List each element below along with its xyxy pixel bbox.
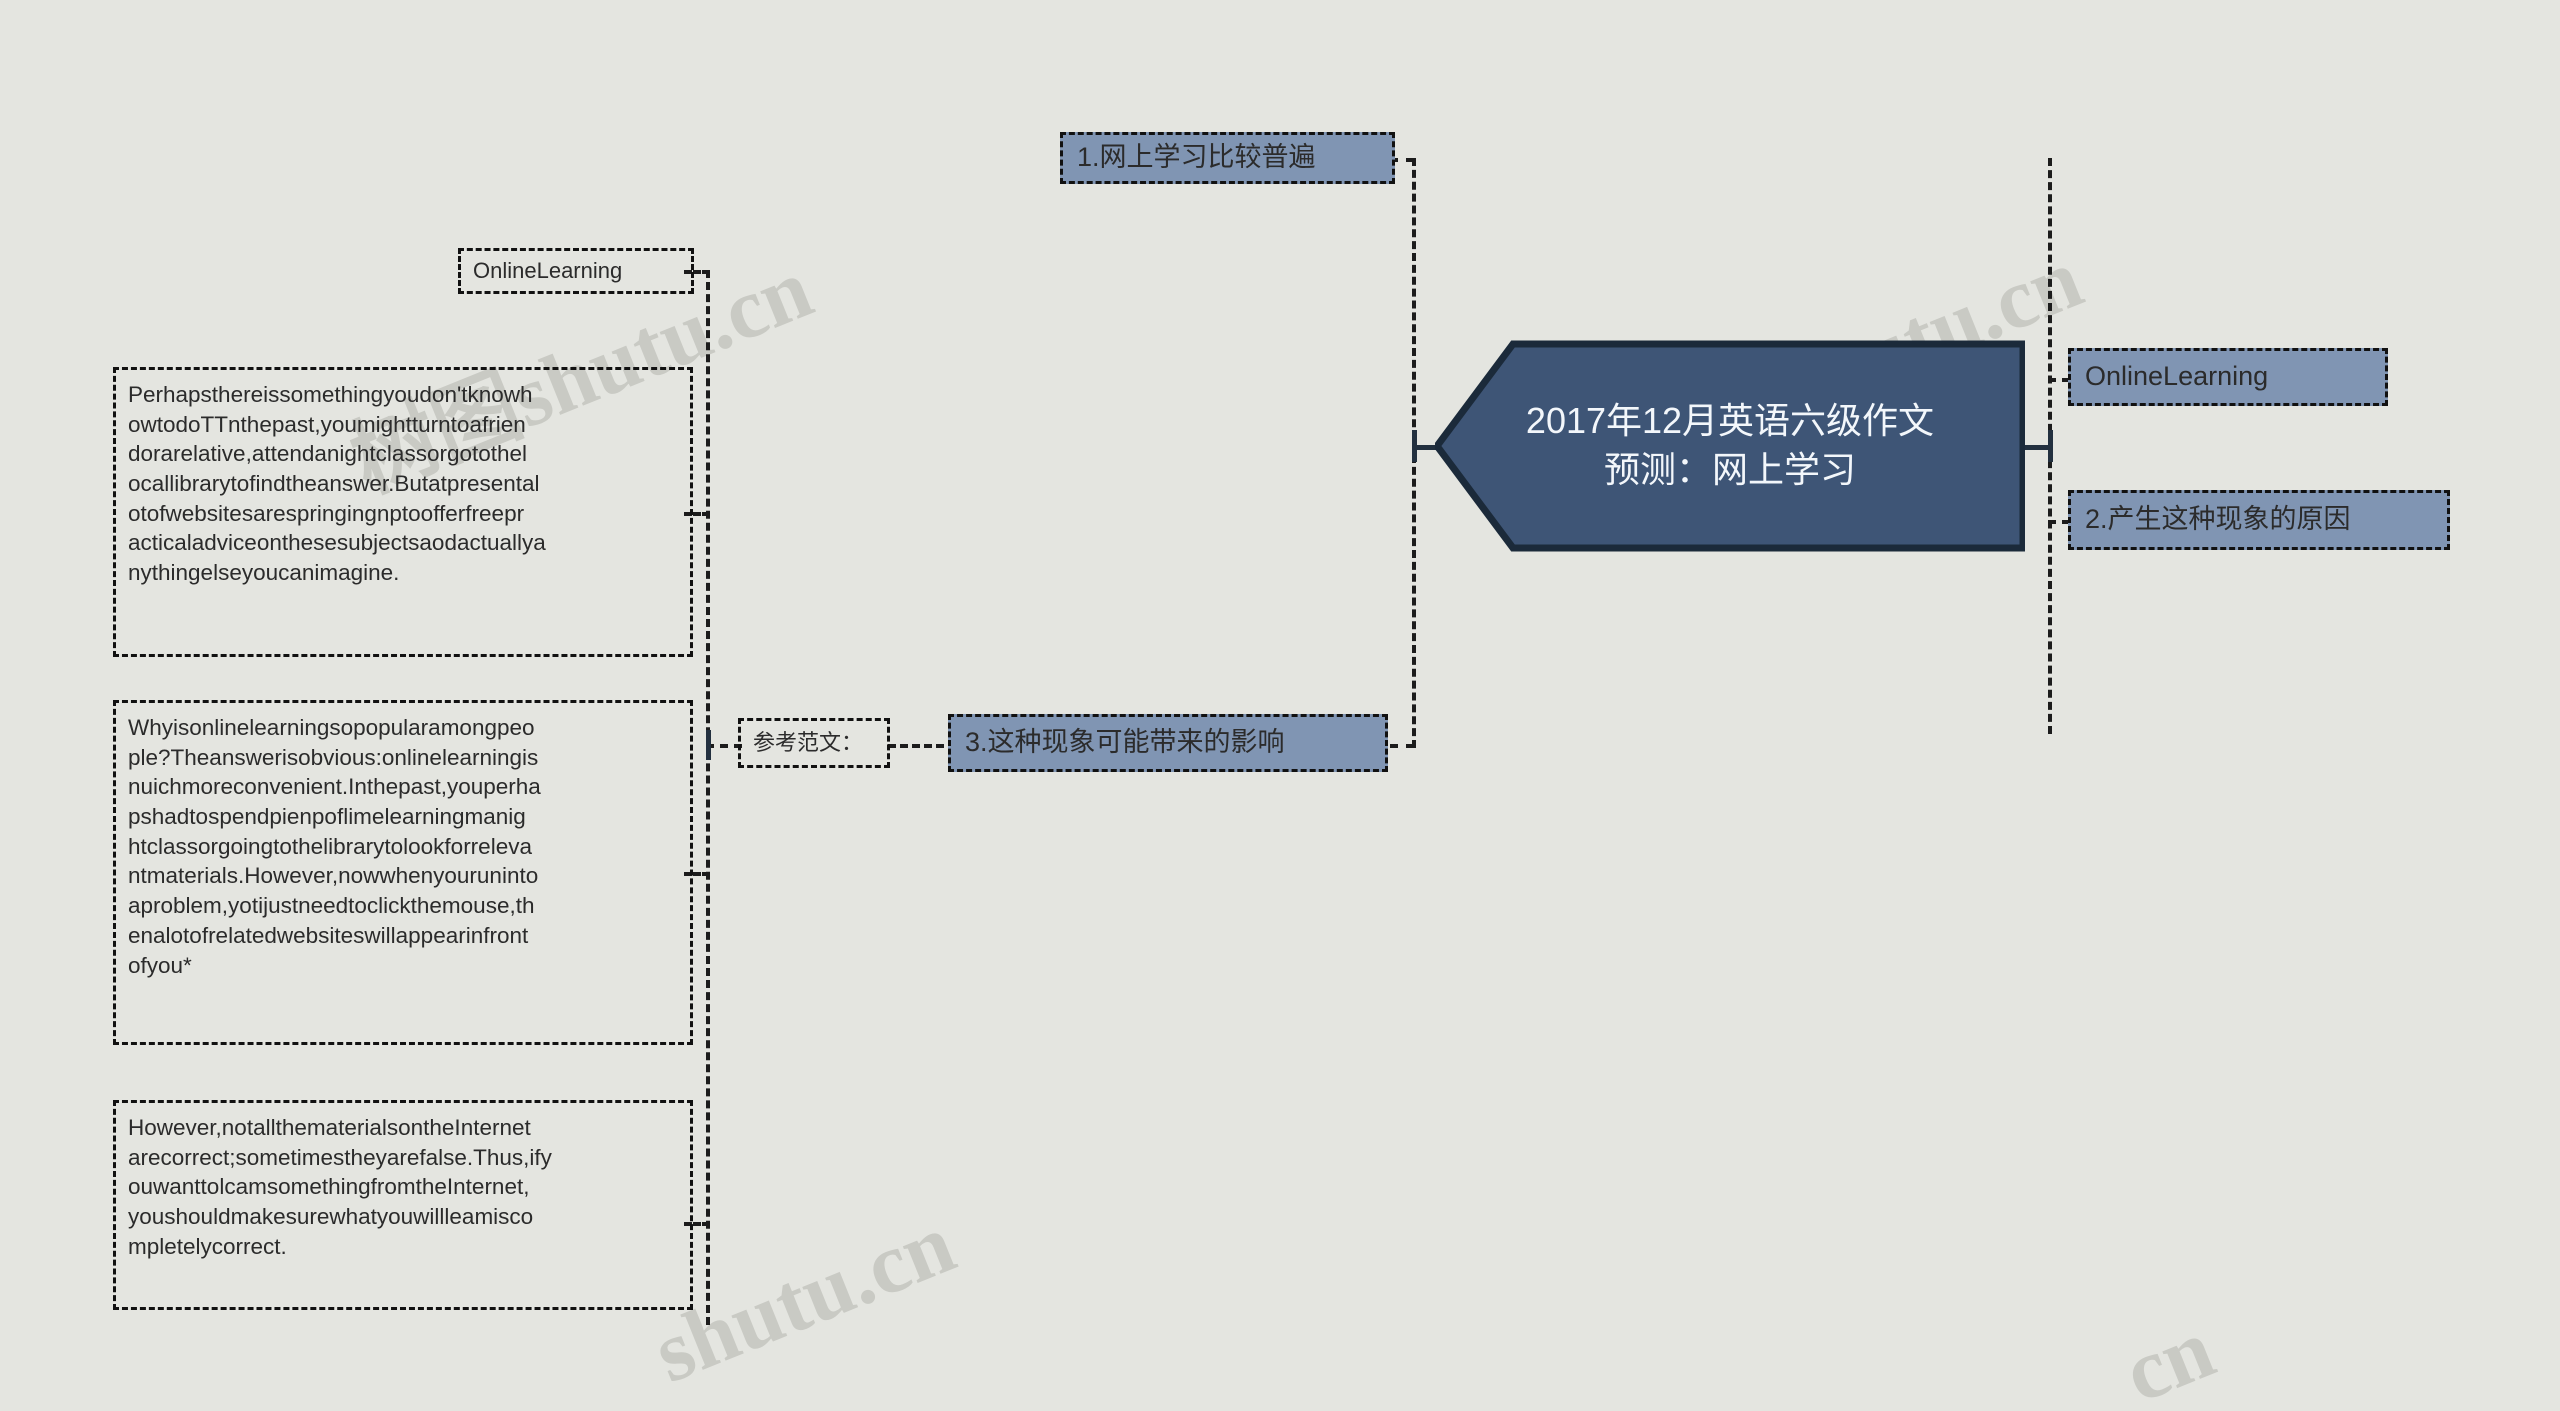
connector-right-b3	[2048, 520, 2070, 524]
node-topic-2[interactable]: 2.产生这种现象的原因	[2068, 490, 2450, 550]
watermark: cn	[2110, 1299, 2227, 1411]
connector-ref-stub	[706, 744, 742, 748]
connector-right-b2	[2048, 378, 2070, 382]
node-paragraph-3-label: However,notallthematerialsontheInternet …	[128, 1115, 552, 1259]
mindmap-canvas: 树图shutu.cn 树图shutu.cn shutu.cn cn 2017年1…	[0, 0, 2560, 1411]
node-online-learning-left-label: OnlineLearning	[473, 258, 623, 284]
node-paragraph-2[interactable]: Whyisonlinelearningsopopularamongpeo ple…	[113, 700, 693, 1045]
node-paragraph-3[interactable]: However,notallthematerialsontheInternet …	[113, 1100, 693, 1310]
node-paragraph-2-label: Whyisonlinelearningsopopularamongpeo ple…	[128, 715, 541, 978]
center-node-shape	[1432, 340, 2027, 552]
node-topic-1-label: 1.网上学习比较普遍	[1077, 142, 1316, 173]
connector-leftbranch-trunk	[706, 270, 710, 1325]
center-node[interactable]: 2017年12月英语六级作文 预测：网上学习	[1432, 340, 2027, 552]
node-topic-1[interactable]: 1.网上学习比较普遍	[1060, 132, 1395, 184]
node-topic-online-learning[interactable]: OnlineLearning	[2068, 348, 2388, 406]
connector-right-cap	[2048, 430, 2053, 462]
node-topic-2-label: 2.产生这种现象的原因	[2085, 504, 2351, 535]
connector-ref-cap	[706, 730, 711, 760]
connector-left-bottom	[1390, 744, 1414, 748]
connector-left-cap	[1412, 430, 1417, 462]
node-topic-online-learning-label: OnlineLearning	[2085, 361, 2269, 392]
node-online-learning-left[interactable]: OnlineLearning	[458, 248, 694, 294]
node-paragraph-1-label: Perhapsthereissomethingyoudon'tknowh owt…	[128, 382, 546, 586]
node-topic-3-label: 3.这种现象可能带来的影响	[965, 727, 1285, 758]
node-paragraph-1[interactable]: Perhapsthereissomethingyoudon'tknowh owt…	[113, 367, 693, 657]
node-topic-3[interactable]: 3.这种现象可能带来的影响	[948, 714, 1388, 772]
node-reference-essay[interactable]: 参考范文：	[738, 718, 890, 768]
node-reference-essay-label: 参考范文：	[753, 730, 864, 756]
